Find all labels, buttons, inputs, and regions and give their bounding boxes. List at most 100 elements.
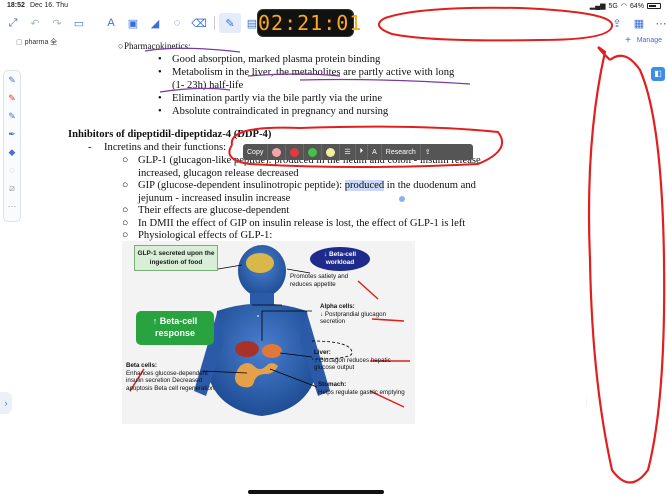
effects-line: Their effects are glucose-dependent <box>138 205 290 216</box>
more-icon[interactable]: ⋯ <box>650 13 667 33</box>
pen-purple-icon[interactable]: ✎ <box>4 107 20 125</box>
stomach-body: Helps regulate gastric emptying <box>318 388 405 396</box>
status-date: Dec 16. Thu <box>30 2 69 9</box>
left-tool-rail: ✎ ✎ ✎ ✒ ◆ ◌ ⧄ ⋯ <box>3 70 21 222</box>
circle-marker: ○ <box>122 155 129 166</box>
format-icon[interactable]: ⏵ <box>356 144 369 160</box>
gip-post: in the duodenum and <box>384 180 476 191</box>
beta-cell-workload-oval: ↓ Beta-cell workload <box>310 247 370 271</box>
bullet-text-3: Elimination partly via the bile partly v… <box>172 93 383 104</box>
eraser-tool-icon[interactable]: ⌫ <box>188 13 210 33</box>
toolbar-right: ⇪ ▦ ⋯ <box>606 13 667 33</box>
home-indicator <box>248 490 384 494</box>
pen-blue-icon[interactable]: ✎ <box>4 71 20 89</box>
eraser-icon[interactable]: ◆ <box>4 143 20 161</box>
color-yellow-swatch <box>326 147 336 157</box>
beta-cells-body: Enhances glucose-dependent insulin secre… <box>126 369 215 392</box>
bullet-dot: • <box>158 67 162 78</box>
tab-bar: pharma 全 + Manage <box>0 35 667 49</box>
ruler-icon[interactable]: ⧄ <box>4 179 20 197</box>
signal-icon: ▂▄▆ <box>589 3 606 10</box>
wifi-icon: ◠ <box>620 3 627 10</box>
liver-body: ↓ Glucagon reduces hepatic glucose outpu… <box>314 356 391 372</box>
alpha-title: Alpha cells: <box>320 303 355 310</box>
recording-timer[interactable]: 02:21:01 <box>258 10 361 36</box>
color-red-button[interactable] <box>286 144 305 160</box>
bullet-dot: • <box>158 93 162 104</box>
cutoff-text: Pharmacokinetics: <box>124 41 191 51</box>
pen-tool-icon[interactable]: ✎ <box>219 13 241 33</box>
new-tab-icon[interactable]: + <box>625 35 631 46</box>
status-right: ▂▄▆ 5G ◠ 64% <box>590 2 661 10</box>
beta-cells-label: Beta cells: Enhances glucose-dependent in… <box>126 362 218 392</box>
beta-cell-response-box: ↑ Beta-cell response <box>136 311 214 345</box>
alpha-body: ↓ Postprandial glucagon secretion <box>320 310 387 326</box>
color-pink-swatch <box>272 147 282 157</box>
liver-label: Liver: ↓ Glucagon reduces hepatic glucose… <box>314 349 406 372</box>
circle-marker: ○ <box>122 218 129 229</box>
copy-button[interactable]: Copy <box>243 144 269 160</box>
dash-marker: - <box>88 142 92 153</box>
dash-item: Incretins and their functions: <box>104 142 227 153</box>
redo-icon[interactable]: ↷ <box>46 13 68 33</box>
assistant-icon[interactable]: ◧ <box>651 67 665 81</box>
selected-word[interactable]: produced <box>344 180 385 191</box>
beta-cells-title: Beta cells: <box>126 362 157 369</box>
shape-tool-icon[interactable]: ◢ <box>144 13 166 33</box>
bullet-text-4: Absolute contraindicated in pregnancy an… <box>172 106 389 117</box>
color-green-button[interactable] <box>304 144 323 160</box>
bullet-dot: • <box>158 106 162 117</box>
text-tool-icon[interactable]: A <box>100 13 122 33</box>
circle-marker: ○ <box>122 180 129 191</box>
note-icon[interactable]: ☰ <box>340 144 356 160</box>
circle-marker: ○ <box>122 205 129 216</box>
pages-icon[interactable]: ▦ <box>628 13 650 33</box>
gip-pre: GIP (glucose-dependent insulinotropic pe… <box>138 180 345 191</box>
glp1-line-2: increased, glucagon release decreased <box>138 168 299 179</box>
network-label: 5G <box>608 2 618 10</box>
toolbar-divider <box>214 16 215 30</box>
manage-button[interactable]: Manage <box>637 37 662 44</box>
lasso-tool-icon[interactable]: ◌ <box>166 13 188 33</box>
battery-icon <box>647 3 661 9</box>
battery-label: 64% <box>629 2 644 10</box>
stomach-title: Stomach: <box>318 381 347 388</box>
liver-title: Liver: <box>314 349 331 356</box>
glp1-secreted-box: GLP-1 secreted upon the ingestion of foo… <box>134 245 218 271</box>
lasso-icon[interactable]: ◌ <box>4 161 20 179</box>
stomach-label: Stomach: Helps regulate gastric emptying <box>318 381 406 396</box>
bullet-text-1: Good absorption, marked plasma protein b… <box>172 54 381 65</box>
rail-more-icon[interactable]: ⋯ <box>4 197 20 215</box>
pen-dark-icon[interactable]: ✒ <box>4 125 20 143</box>
status-time: 18:52 <box>7 2 25 9</box>
bullet-text-2: Metabolism in the liver, the metabolites… <box>172 67 455 78</box>
glp1-diagram-image: GLP-1 secreted upon the ingestion of foo… <box>122 241 415 424</box>
circle-marker: ○ <box>122 230 129 241</box>
share-icon[interactable]: ⇪ <box>606 13 628 33</box>
previous-page-arrow-icon[interactable]: › <box>0 392 12 414</box>
sidebar-icon[interactable]: ▭ <box>68 13 90 33</box>
tab-document[interactable]: pharma 全 <box>16 37 58 47</box>
gip-line-1: GIP (glucose-dependent insulinotropic pe… <box>138 180 476 191</box>
cutoff-line: ○ <box>118 41 124 51</box>
gip-line-2: jejunum - increased insulin increase <box>138 193 291 204</box>
translate-icon[interactable]: A <box>368 144 382 160</box>
alpha-label: Alpha cells: ↓ Postprandial glucagon secr… <box>320 303 410 326</box>
satiety-label: Promotes satiety and reduces appetite <box>290 273 349 288</box>
research-button[interactable]: Research <box>382 144 421 160</box>
bullet-dot: • <box>158 54 162 65</box>
image-tool-icon[interactable]: ▣ <box>122 13 144 33</box>
color-red-swatch <box>290 147 300 157</box>
app-root: 18:52 Dec 16. Thu ▂▄▆ 5G ◠ 64% ⤢ ↶ ↷ ▭ A… <box>0 0 667 500</box>
share-selection-icon[interactable]: ⇪ <box>421 144 435 160</box>
fullscreen-icon[interactable]: ⤢ <box>2 13 24 33</box>
pen-red-icon[interactable]: ✎ <box>4 89 20 107</box>
bullet-text-2b: (1- 23h) half-life <box>172 80 244 91</box>
color-pink-button[interactable] <box>268 144 287 160</box>
color-green-swatch <box>308 147 318 157</box>
toolbar-left: ⤢ ↶ ↷ ▭ <box>2 13 90 33</box>
selection-context-menu: Copy ☰ ⏵ A Research ⇪ <box>243 144 473 160</box>
physio-line: Physiological effects of GLP-1: <box>138 230 273 241</box>
color-yellow-button[interactable] <box>322 144 341 160</box>
undo-icon[interactable]: ↶ <box>24 13 46 33</box>
